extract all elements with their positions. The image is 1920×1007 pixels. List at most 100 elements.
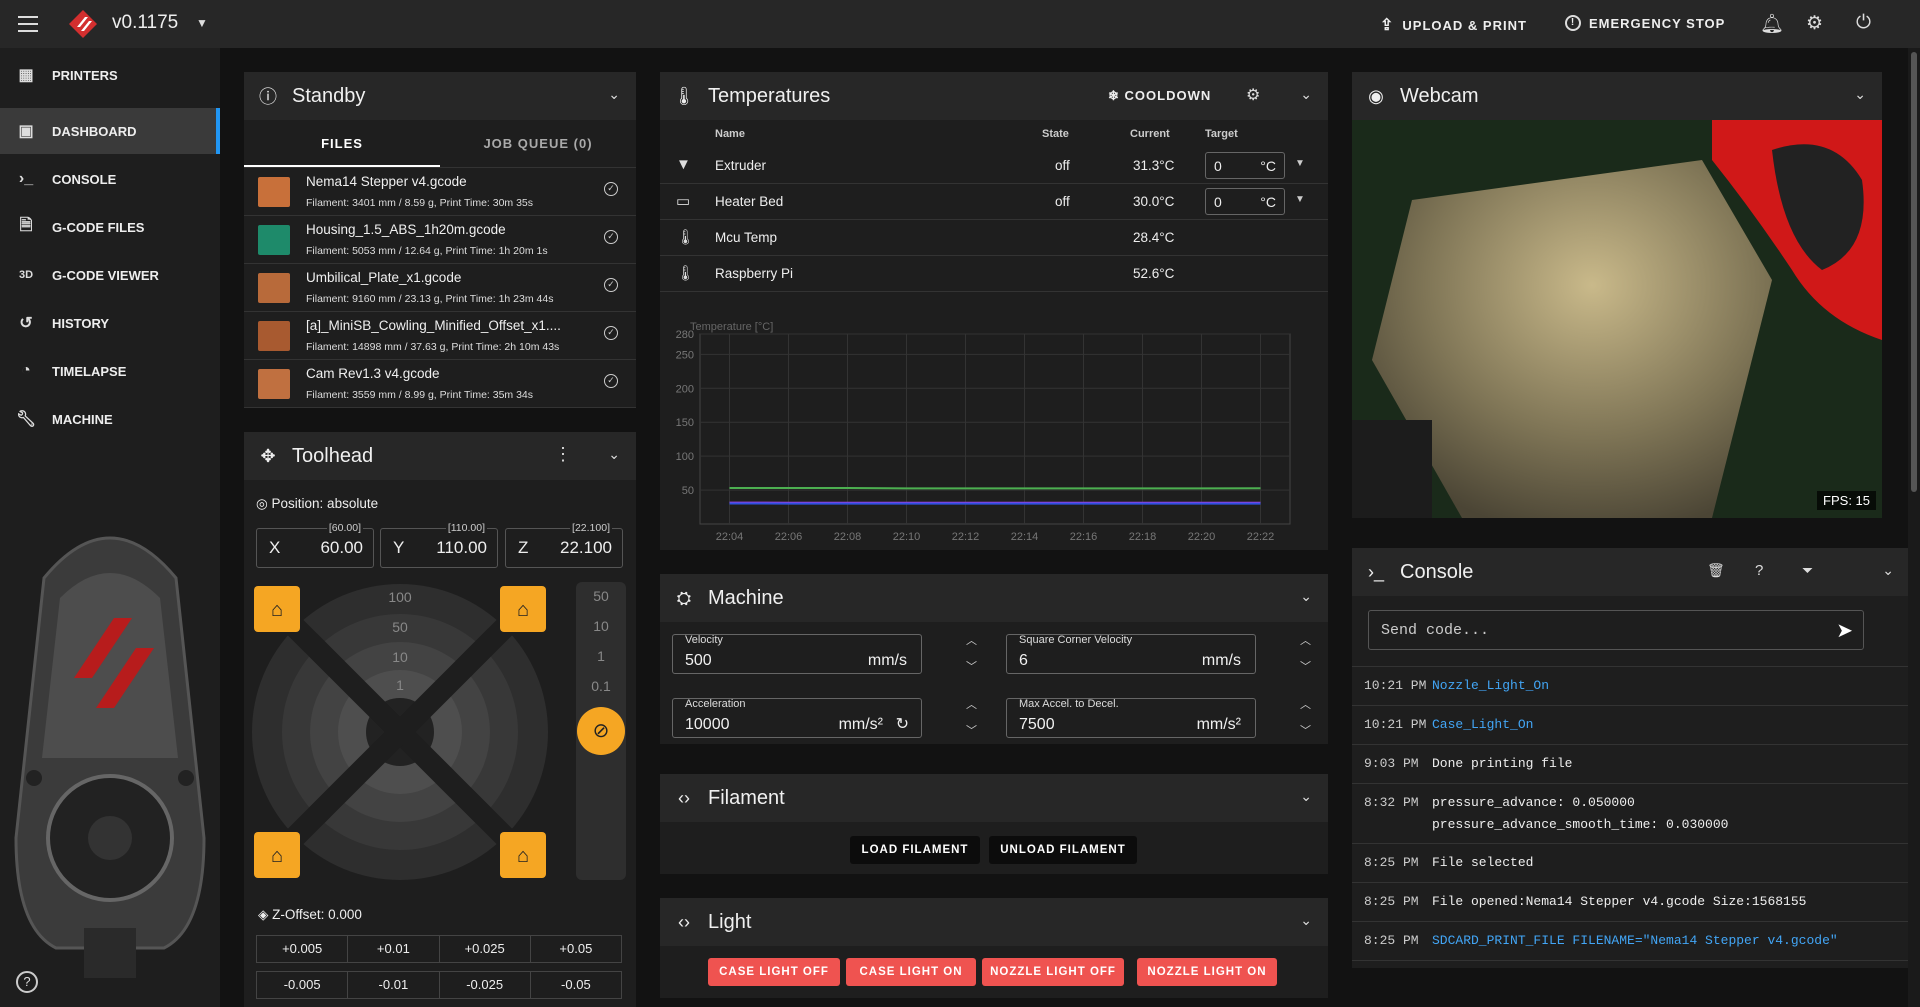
extruder-target-input[interactable]: 0 °C	[1205, 152, 1285, 179]
xy-step-label: 10	[392, 649, 408, 665]
z-offset-down-button[interactable]: -0.005	[257, 972, 349, 998]
max-accel-to-decel-field[interactable]: Max Accel. to Decel. 7500 mm/s²	[1006, 698, 1256, 738]
scrollbar-thumb[interactable]	[1911, 52, 1917, 492]
sidebar-item-console[interactable]: ›_ CONSOLE	[0, 156, 220, 202]
chevron-down-icon[interactable]: ⌄	[1882, 562, 1894, 579]
console-time: 8:25 PM	[1364, 933, 1419, 948]
file-row[interactable]: Umbilical_Plate_x1.gcode Filament: 9160 m…	[244, 264, 636, 312]
case-light-off-button[interactable]: CASE LIGHT OFF	[708, 958, 840, 986]
bed-target-input[interactable]: 0 °C	[1205, 188, 1285, 215]
console-icon: ›_	[1367, 561, 1384, 582]
z-offset-up-button[interactable]: +0.01	[348, 936, 440, 962]
console-message[interactable]: Case_Light_On	[1432, 714, 1533, 736]
check-circle-icon: ✓	[604, 278, 618, 292]
square-corner-velocity-field[interactable]: Square Corner Velocity 6 mm/s	[1006, 634, 1256, 674]
chevron-down-icon[interactable]: ⌄	[1854, 86, 1866, 103]
chevron-down-icon[interactable]: ⌄	[1300, 788, 1312, 805]
column-header: State	[1042, 128, 1069, 140]
file-row[interactable]: [a]_MiniSB_Cowling_Minified_Offset_x1...…	[244, 312, 636, 360]
power-icon[interactable]: ⏻	[1856, 12, 1871, 34]
sidebar-item-printers[interactable]: ▦ PRINTERS	[0, 52, 220, 98]
velocity-field[interactable]: Velocity 500 mm/s	[672, 634, 922, 674]
console-placeholder: Send code...	[1381, 622, 1490, 639]
z-offset-down-button[interactable]: -0.025	[440, 972, 531, 998]
xy-jog-control[interactable]: 100 50 10 1 ⌂ ⌂ ⌂ ⌂	[250, 582, 550, 882]
file-row[interactable]: Housing_1.5_ABS_1h20m.gcode Filament: 505…	[244, 216, 636, 264]
cooldown-button[interactable]: ❄ COOLDOWN	[1108, 88, 1211, 104]
sidebar-item-history[interactable]: ↺ HISTORY	[0, 300, 220, 346]
reset-icon[interactable]: ↻	[896, 714, 909, 734]
tab-job-queue[interactable]: JOB QUEUE (0)	[440, 120, 636, 167]
case-light-on-button[interactable]: CASE LIGHT ON	[846, 958, 976, 986]
console-input[interactable]: Send code... ➤	[1368, 610, 1864, 650]
panel-title: Light	[708, 910, 752, 933]
chevron-up-icon[interactable]: ︿	[1300, 696, 1311, 712]
chevron-down-icon[interactable]: ⌄	[608, 86, 620, 103]
z-offset-down-button[interactable]: -0.01	[348, 972, 440, 998]
z-jog-control[interactable]: 50 10 1 0.1 ⊘	[576, 582, 626, 880]
chevron-down-icon[interactable]: ⌄	[608, 446, 620, 463]
send-icon[interactable]: ➤	[1836, 618, 1853, 643]
sidebar-item-machine[interactable]: 🔧︎ MACHINE	[0, 396, 220, 442]
version-label[interactable]: v0.1175	[112, 12, 178, 34]
z-offset-up-button[interactable]: +0.025	[440, 936, 531, 962]
chevron-down-icon[interactable]: ⌄	[1300, 588, 1312, 605]
upload-print-button[interactable]: ⇪ UPLOAD & PRINT	[1380, 15, 1527, 35]
sidebar-item-dashboard[interactable]: ▣ DASHBOARD	[0, 108, 220, 154]
gear-icon[interactable]: ⚙	[1246, 85, 1260, 105]
panel-title: Webcam	[1400, 84, 1479, 107]
more-vert-icon[interactable]: ⋮	[554, 444, 572, 465]
file-row[interactable]: Nema14 Stepper v4.gcode Filament: 3401 mm…	[244, 168, 636, 216]
chevron-down-icon[interactable]: ﹀	[1300, 722, 1311, 738]
load-filament-button[interactable]: LOAD FILAMENT	[850, 836, 980, 864]
z-offset-up-button[interactable]: +0.05	[531, 936, 621, 962]
nozzle-light-off-button[interactable]: NOZZLE LIGHT OFF	[982, 958, 1124, 986]
webcam-feed	[1352, 120, 1882, 518]
console-line: 8:25 PM SDCARD_PRINT_FILE FILENAME="Nema1…	[1352, 922, 1910, 961]
file-row[interactable]: Cam Rev1.3 v4.gcode Filament: 3559 mm / 8…	[244, 360, 636, 408]
emergency-stop-button[interactable]: ! EMERGENCY STOP	[1565, 15, 1725, 31]
field-value: 500	[685, 652, 712, 669]
field-label: Velocity	[685, 634, 723, 646]
z-offset-down-button[interactable]: -0.05	[531, 972, 621, 998]
sidebar-item-label: HISTORY	[52, 315, 110, 331]
unload-filament-button[interactable]: UNLOAD FILAMENT	[989, 836, 1137, 864]
console-log: 10:21 PM Nozzle_Light_On 10:21 PM Case_Ligh…	[1352, 666, 1910, 966]
bell-icon[interactable]: 🔔︎	[1760, 12, 1784, 36]
filter-icon[interactable]: ⏷	[1802, 562, 1813, 579]
caret-down-icon[interactable]: ▼	[1295, 158, 1305, 169]
chevron-up-icon[interactable]: ︿	[966, 696, 977, 712]
chevron-down-icon[interactable]: ﹀	[966, 722, 977, 738]
sensor-row: 🌡︎ Raspberry Pi 52.6°C	[660, 256, 1328, 292]
field-unit: mm/s²	[1196, 716, 1241, 733]
file-thumbnail	[258, 321, 290, 351]
console-message[interactable]: Nozzle_Light_On	[1432, 675, 1549, 697]
acceleration-field[interactable]: Acceleration 10000 mm/s² ↻	[672, 698, 922, 738]
chevron-down-icon[interactable]: ⌄	[1300, 912, 1312, 929]
chevron-down-icon[interactable]: ﹀	[1300, 658, 1311, 674]
sidebar-item-timelapse[interactable]: ◔ TIMELAPSE	[0, 348, 220, 394]
z-offset-up-button[interactable]: +0.005	[257, 936, 349, 962]
help-icon[interactable]: ?	[16, 971, 38, 993]
upload-print-label: UPLOAD & PRINT	[1402, 17, 1527, 33]
chevron-up-icon[interactable]: ︿	[1300, 632, 1311, 648]
heater-row: ▭ Heater Bed off 30.0°C 0 °C ▼	[660, 184, 1328, 220]
tab-files[interactable]: FILES	[244, 120, 440, 167]
chevron-down-icon[interactable]: ⌄	[1300, 86, 1312, 103]
motors-off-icon[interactable]: ⊘	[577, 707, 625, 755]
menu-icon[interactable]	[18, 16, 38, 32]
trash-icon[interactable]: 🗑︎	[1707, 562, 1725, 579]
nozzle-light-on-button[interactable]: NOZZLE LIGHT ON	[1137, 958, 1277, 986]
console-time: 8:25 PM	[1364, 855, 1419, 870]
gears-icon[interactable]: ⚙	[1806, 12, 1823, 35]
caret-down-icon[interactable]: ▼	[1295, 194, 1305, 205]
console-message[interactable]: SDCARD_PRINT_FILE FILENAME="Nema14 Stepp…	[1432, 930, 1838, 952]
sidebar-item-label: TIMELAPSE	[52, 363, 127, 379]
sidebar-item-gcode-viewer[interactable]: 3D G-CODE VIEWER	[0, 252, 220, 298]
chevron-down-icon[interactable]: ﹀	[966, 658, 977, 674]
chevron-up-icon[interactable]: ︿	[966, 632, 977, 648]
scrollbar[interactable]	[1908, 48, 1920, 1007]
chevron-down-icon[interactable]: ▼	[196, 16, 208, 30]
help-icon[interactable]: ?	[1755, 562, 1763, 579]
sidebar-item-gcode-files[interactable]: 🗎︎ G-CODE FILES	[0, 204, 220, 250]
